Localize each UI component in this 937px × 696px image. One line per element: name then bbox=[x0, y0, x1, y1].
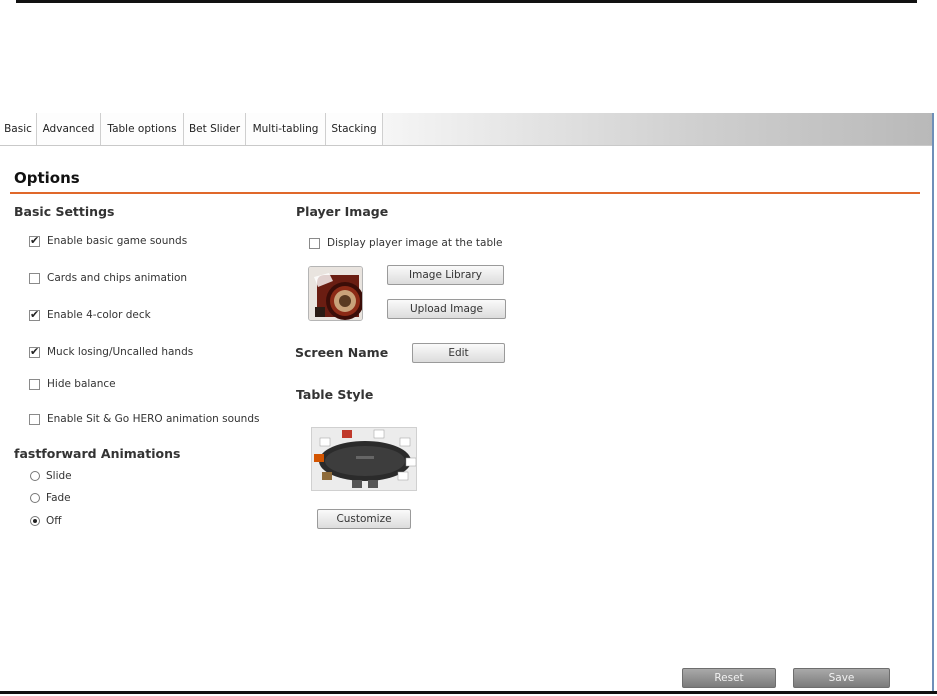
tab-bet-slider[interactable]: Bet Slider bbox=[184, 113, 246, 145]
edit-screen-name-button[interactable]: Edit bbox=[412, 343, 505, 363]
checkbox-box[interactable] bbox=[29, 308, 40, 322]
fastforward-title: fastforward Animations bbox=[14, 446, 181, 461]
top-divider bbox=[16, 0, 917, 3]
checkbox-cards-chips-animation[interactable]: Cards and chips animation bbox=[29, 271, 187, 285]
tab-bar: Basic Advanced Table options Bet Slider … bbox=[0, 113, 932, 146]
checkbox-label: Enable basic game sounds bbox=[47, 235, 188, 247]
checkbox-box[interactable] bbox=[29, 272, 40, 284]
checkbox-label: Muck losing/Uncalled hands bbox=[47, 346, 194, 358]
upload-image-button[interactable]: Upload Image bbox=[387, 299, 506, 319]
checkbox-label: Cards and chips animation bbox=[47, 272, 188, 284]
radio-label: Slide bbox=[46, 470, 72, 482]
checkbox-label: Enable Sit & Go HERO animation sounds bbox=[47, 413, 260, 425]
table-style-title: Table Style bbox=[296, 387, 374, 402]
checkbox-box[interactable] bbox=[29, 234, 40, 248]
radio-slide[interactable]: Slide bbox=[30, 469, 72, 483]
checkbox-display-player-image[interactable]: Display player image at the table bbox=[309, 236, 502, 250]
checkbox-muck-losing-hands[interactable]: Muck losing/Uncalled hands bbox=[29, 345, 193, 359]
checkbox-box[interactable] bbox=[29, 345, 40, 359]
window-edge bbox=[932, 113, 934, 691]
screen-name-title: Screen Name bbox=[295, 345, 389, 360]
checkbox-box[interactable] bbox=[29, 378, 40, 390]
tab-multi-tabling[interactable]: Multi-tabling bbox=[246, 113, 326, 145]
radio-label: Fade bbox=[46, 492, 71, 504]
radio-off[interactable]: Off bbox=[30, 514, 62, 528]
radio-fade[interactable]: Fade bbox=[30, 491, 71, 505]
checkbox-4-color-deck[interactable]: Enable 4-color deck bbox=[29, 308, 151, 322]
tab-stacking[interactable]: Stacking bbox=[326, 113, 383, 145]
checkbox-box[interactable] bbox=[309, 237, 320, 249]
save-button[interactable]: Save bbox=[793, 668, 890, 688]
image-library-button[interactable]: Image Library bbox=[387, 265, 504, 285]
radio-button[interactable] bbox=[30, 516, 40, 526]
checkbox-sit-go-hero-sounds[interactable]: Enable Sit & Go HERO animation sounds bbox=[29, 412, 259, 426]
basic-settings-title: Basic Settings bbox=[14, 204, 115, 219]
tab-advanced[interactable]: Advanced bbox=[37, 113, 101, 145]
poker-table-icon bbox=[312, 428, 416, 490]
radio-button[interactable] bbox=[30, 493, 40, 503]
checkbox-label: Display player image at the table bbox=[327, 237, 503, 249]
tab-table-options[interactable]: Table options bbox=[101, 113, 184, 145]
player-avatar bbox=[308, 266, 363, 321]
tab-basic[interactable]: Basic bbox=[0, 113, 37, 145]
radio-button[interactable] bbox=[30, 471, 40, 481]
checkbox-label: Enable 4-color deck bbox=[47, 309, 151, 321]
checkbox-hide-balance[interactable]: Hide balance bbox=[29, 377, 116, 391]
checkbox-box[interactable] bbox=[29, 413, 40, 425]
radio-label: Off bbox=[46, 515, 62, 527]
customize-button[interactable]: Customize bbox=[317, 509, 411, 529]
checkbox-label: Hide balance bbox=[47, 378, 116, 390]
page-title: Options bbox=[14, 169, 80, 187]
checkbox-basic-game-sounds[interactable]: Enable basic game sounds bbox=[29, 234, 187, 248]
bottom-divider bbox=[0, 691, 937, 694]
player-image-title: Player Image bbox=[296, 204, 389, 219]
roulette-avatar-icon bbox=[309, 267, 362, 320]
heading-divider bbox=[10, 192, 920, 194]
reset-button[interactable]: Reset bbox=[682, 668, 776, 688]
table-style-preview bbox=[311, 427, 417, 491]
